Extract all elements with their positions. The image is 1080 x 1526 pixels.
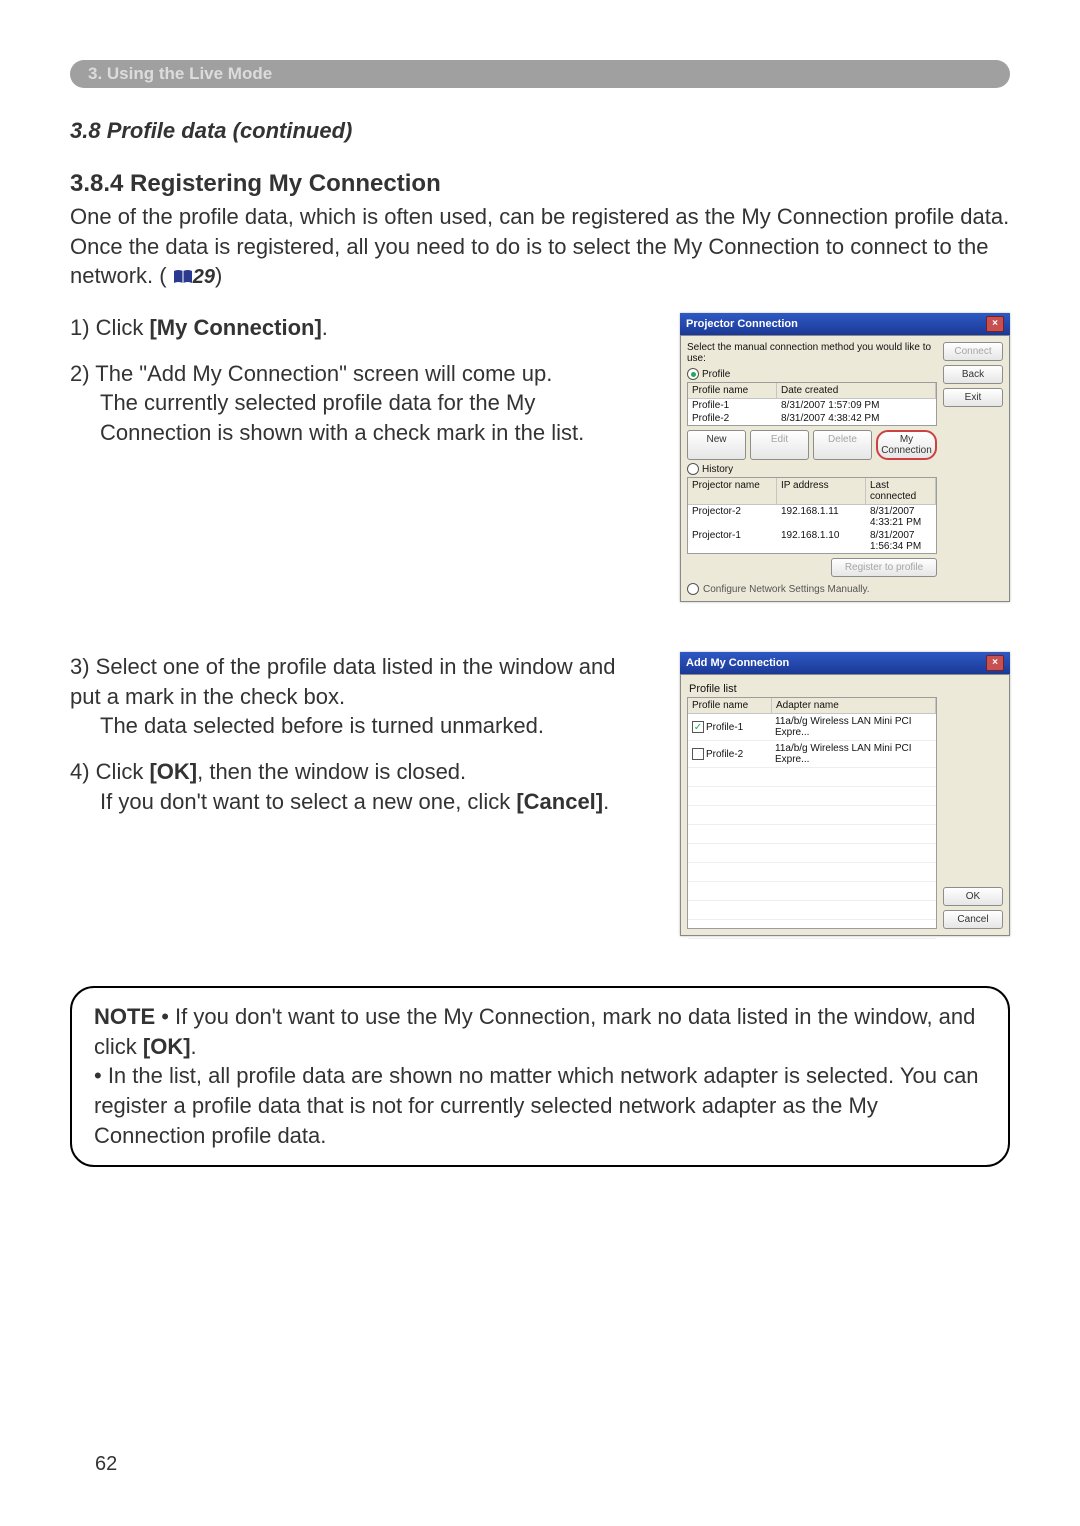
hist-name-cell: Projector-2 (688, 505, 777, 529)
profile-name-cell: Profile-1 (688, 399, 777, 412)
profile-date-cell: 8/31/2007 4:38:42 PM (777, 412, 936, 425)
dlg1-instruction: Select the manual connection method you … (687, 342, 937, 364)
checkbox-icon[interactable] (692, 721, 704, 733)
page-number: 62 (95, 1453, 117, 1476)
radio-profile[interactable]: Profile (687, 368, 937, 380)
subsection-title: 3.8.4 Registering My Connection (70, 170, 1010, 198)
my-connection-button[interactable]: My Connection (876, 430, 937, 460)
projector-connection-dialog: Projector Connection × Select the manual… (680, 313, 1010, 602)
intro-paragraph: One of the profile data, which is often … (70, 202, 1010, 293)
intro-text-after: ) (215, 263, 222, 288)
radio-dot-icon (687, 463, 699, 475)
step-2-lead: 2) The "Add My Connection" screen will c… (70, 361, 552, 386)
hist-last-cell: 8/31/2007 4:33:21 PM (866, 505, 936, 529)
checkbox-icon[interactable] (692, 748, 704, 760)
note-box: NOTE • If you don't want to use the My C… (70, 986, 1010, 1166)
edit-button[interactable]: Edit (750, 430, 809, 460)
step-4-sub-a: If you don't want to select a new one, c… (100, 789, 516, 814)
step-4-sub: If you don't want to select a new one, c… (100, 787, 650, 817)
step-1: 1) Click [My Connection]. (70, 313, 650, 343)
col-date-created: Date created (777, 383, 936, 398)
profile-row[interactable]: Profile-2 8/31/2007 4:38:42 PM (688, 412, 936, 425)
profile-date-cell: 8/31/2007 1:57:09 PM (777, 399, 936, 412)
step-3-lead: 3) Select one of the profile data listed… (70, 654, 615, 709)
add-connection-list[interactable]: Profile name Adapter name Profile-1 11a/… (687, 697, 937, 929)
register-profile-button[interactable]: Register to profile (831, 558, 937, 577)
history-list[interactable]: Projector name IP address Last connected… (687, 477, 937, 554)
radio-history-label: History (702, 464, 733, 475)
step-4-bold2: [Cancel] (516, 789, 603, 814)
radio-dot-icon (687, 368, 699, 380)
dlg2-title: Add My Connection (686, 657, 789, 669)
add-my-connection-dialog: Add My Connection × Profile list Profile… (680, 652, 1010, 936)
step-4-lead: 4) Click (70, 759, 149, 784)
hist-ip-cell: 192.168.1.11 (777, 505, 866, 529)
step-4-mid: , then the window is closed. (197, 759, 466, 784)
step-1-tail: . (322, 315, 328, 340)
exit-button[interactable]: Exit (943, 388, 1003, 407)
history-row[interactable]: Projector-1 192.168.1.10 8/31/2007 1:56:… (688, 529, 936, 553)
col-projector-name: Projector name (688, 478, 777, 504)
back-button[interactable]: Back (943, 365, 1003, 384)
step-4: 4) Click [OK], then the window is closed… (70, 757, 650, 816)
col-adapter-name: Adapter name (772, 698, 936, 713)
item-name: Profile-2 (706, 749, 743, 760)
cancel-button[interactable]: Cancel (943, 910, 1003, 929)
empty-rows (688, 768, 936, 939)
item-adapter: 11a/b/g Wireless LAN Mini PCI Expre... (771, 741, 936, 767)
col-last-connected: Last connected (866, 478, 936, 504)
step-4-sub-b: . (603, 789, 609, 814)
hist-ip-cell: 192.168.1.10 (777, 529, 866, 553)
step-3-sub: The data selected before is turned unmar… (100, 711, 650, 741)
step-2: 2) The "Add My Connection" screen will c… (70, 359, 650, 448)
col-profile-name: Profile name (688, 383, 777, 398)
step-2-sub: The currently selected profile data for … (100, 388, 650, 447)
section-title: 3.8 Profile data (continued) (70, 118, 1010, 144)
config-manual-radio[interactable]: Configure Network Settings Manually. (687, 583, 937, 595)
note-p1-b: . (191, 1034, 197, 1059)
step-1-lead: 1) Click (70, 315, 149, 340)
col-profile-name: Profile name (688, 698, 772, 713)
history-row[interactable]: Projector-2 192.168.1.11 8/31/2007 4:33:… (688, 505, 936, 529)
book-icon (173, 263, 193, 293)
intro-ref: 29 (193, 266, 215, 288)
new-button[interactable]: New (687, 430, 746, 460)
profile-row[interactable]: Profile-1 8/31/2007 1:57:09 PM (688, 399, 936, 412)
note-label: NOTE (94, 1004, 155, 1029)
hist-last-cell: 8/31/2007 1:56:34 PM (866, 529, 936, 553)
profile-list[interactable]: Profile name Date created Profile-1 8/31… (687, 382, 937, 426)
col-ip-address: IP address (777, 478, 866, 504)
note-p1-a: • If you don't want to use the My Connec… (94, 1004, 975, 1059)
chapter-bar: 3. Using the Live Mode (70, 60, 1010, 88)
note-p1-bold: [OK] (143, 1034, 191, 1059)
radio-history[interactable]: History (687, 463, 937, 475)
radio-dot-icon (687, 583, 699, 595)
config-manual-label: Configure Network Settings Manually. (703, 584, 870, 595)
item-adapter: 11a/b/g Wireless LAN Mini PCI Expre... (771, 714, 936, 740)
list-item[interactable]: Profile-2 11a/b/g Wireless LAN Mini PCI … (688, 741, 936, 768)
radio-profile-label: Profile (702, 369, 730, 380)
item-name: Profile-1 (706, 722, 743, 733)
step-3: 3) Select one of the profile data listed… (70, 652, 650, 741)
ok-button[interactable]: OK (943, 887, 1003, 906)
delete-button[interactable]: Delete (813, 430, 872, 460)
profile-name-cell: Profile-2 (688, 412, 777, 425)
close-icon[interactable]: × (986, 316, 1004, 332)
note-p2: • In the list, all profile data are show… (94, 1063, 979, 1147)
close-icon[interactable]: × (986, 655, 1004, 671)
list-item[interactable]: Profile-1 11a/b/g Wireless LAN Mini PCI … (688, 714, 936, 741)
hist-name-cell: Projector-1 (688, 529, 777, 553)
dlg1-title: Projector Connection (686, 318, 798, 330)
step-4-bold1: [OK] (149, 759, 197, 784)
connect-button[interactable]: Connect (943, 342, 1003, 361)
step-1-bold: [My Connection] (149, 315, 321, 340)
profile-list-label: Profile list (689, 683, 937, 695)
